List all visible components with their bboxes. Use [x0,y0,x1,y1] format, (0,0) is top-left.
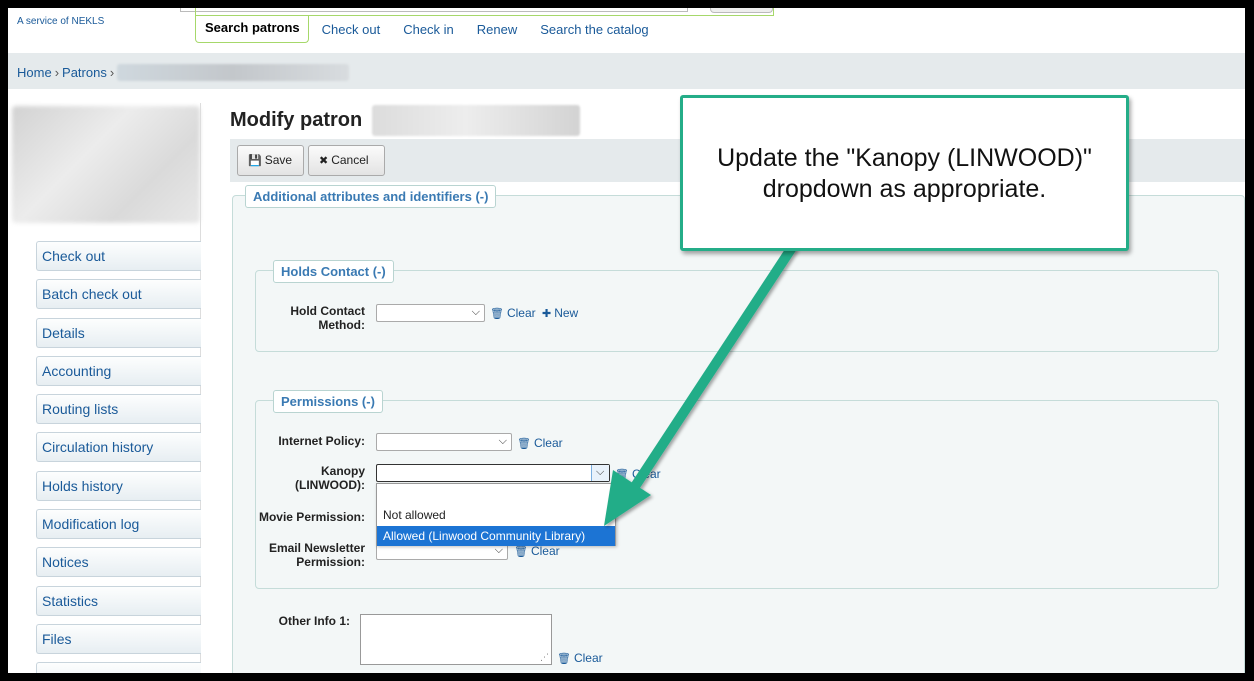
breadcrumb-separator: › [54,65,60,80]
callout-text-line1: Update the "Kanopy (LINWOOD)" [717,144,1092,172]
library-tagline: A service of NEKLS [17,16,105,27]
kanopy-option-blank[interactable] [377,484,615,504]
close-icon: ✖ [319,155,329,167]
save-button-label: Save [264,153,293,167]
email-newsletter-label-line1: Email Newsletter [268,541,365,555]
breadcrumb: Home › Patrons › [8,53,1245,89]
sidebar-item-check-out[interactable]: Check out [36,241,201,271]
other-info-1-label: Other Info 1: [278,614,350,628]
clear-link-label: Clear [506,306,536,320]
breadcrumb-home-link[interactable]: Home [17,65,52,80]
trash-icon: 🗑 [517,438,531,450]
page-title: Modify patron [230,109,363,131]
cancel-button[interactable]: ✖ Cancel [308,145,385,176]
kanopy-option-not-allowed[interactable]: Not allowed [377,505,615,525]
kanopy-select[interactable]: ⌵ [376,464,610,482]
sidebar-item-details[interactable]: Details [36,317,201,348]
sidebar-item-files[interactable]: Files [36,623,201,654]
header-nav-tabs: Search patrons Check out Check in Renew … [195,16,659,43]
plus-icon: ✚ [542,308,552,320]
email-newsletter-clear-link[interactable]: 🗑 Clear [514,544,560,558]
cancel-button-label: Cancel [331,153,369,167]
chevron-down-icon: ⌵ [471,306,480,318]
kanopy-label: Kanopy (LINWOOD): [265,464,365,492]
clear-link-label: Clear [631,467,661,481]
clear-link-label: Clear [533,436,563,450]
hold-contact-method-label-line2: Method: [318,318,365,332]
kanopy-label-line1: Kanopy [320,464,365,478]
sidebar-item-holds-history[interactable]: Holds history [36,470,201,501]
sidebar-item-accounting[interactable]: Accounting [36,355,201,386]
browser-viewport: A service of NEKLS Search patrons Check … [8,8,1245,673]
breadcrumb-separator: › [109,65,115,80]
internet-policy-select[interactable]: ⌵ [376,433,512,451]
kanopy-clear-link[interactable]: 🗑 Clear [615,467,661,481]
redacted-patron-info [12,106,200,223]
legend-additional-attributes[interactable]: Additional attributes and identifiers (-… [245,185,497,208]
other-info-1-textarea[interactable]: ⋰ [360,614,552,665]
header-search-box [195,8,774,16]
redacted-patron-name [117,64,350,81]
resize-grip-icon[interactable]: ⋰ [540,652,549,663]
hold-contact-new-link[interactable]: ✚ New [542,306,578,320]
legend-holds-contact[interactable]: Holds Contact (-) [273,260,394,283]
legend-permissions[interactable]: Permissions (-) [273,390,383,413]
instruction-callout: Update the "Kanopy (LINWOOD)" dropdown a… [680,95,1129,251]
internet-policy-clear-link[interactable]: 🗑 Clear [517,436,563,450]
hold-contact-method-label-line1: Hold Contact [290,304,365,318]
sidebar-item-circulation-history[interactable]: Circulation history [36,432,201,463]
sidebar-item-routing-lists[interactable]: Routing lists [36,394,201,425]
email-newsletter-label-line2: Permission: [296,555,365,569]
internet-policy-label: Internet Policy: [278,434,365,448]
sidebar-item-notices[interactable]: Notices [36,547,201,578]
tab-search-patrons[interactable]: Search patrons [195,16,309,43]
save-button[interactable]: 💾 Save [237,145,304,176]
tab-search-catalog[interactable]: Search the catalog [527,16,658,43]
kanopy-label-line2: (LINWOOD): [295,478,365,492]
redacted-patron-title-name [372,105,580,136]
hold-contact-clear-link[interactable]: 🗑 Clear [490,306,536,320]
trash-icon: 🗑 [490,308,504,320]
tab-check-out[interactable]: Check out [309,16,391,43]
trash-icon: 🗑 [615,469,629,481]
chevron-down-icon: ⌵ [596,466,605,478]
patron-side-menu: Check out Batch check out Details Accoun… [36,241,201,673]
hold-contact-method-label: Hold Contact Method: [265,304,365,332]
hold-contact-method-select[interactable]: ⌵ [376,304,485,322]
sidebar-item-statistics[interactable]: Statistics [36,585,201,616]
sidebar-item-modification-log[interactable]: Modification log [36,509,201,540]
kanopy-select-toggle[interactable]: ⌵ [591,465,609,481]
trash-icon: 🗑 [514,546,528,558]
floppy-disk-icon: 💾 [248,155,262,167]
callout-text-line2: dropdown as appropriate. [762,175,1047,203]
tab-check-in[interactable]: Check in [390,16,464,43]
breadcrumb-patrons-link[interactable]: Patrons [62,65,107,80]
sidebar-item-batch-check-out[interactable]: Batch check out [36,279,201,310]
movie-permission-label: Movie Permission: [258,510,365,524]
other-info-1-clear-link[interactable]: 🗑 Clear [557,651,603,665]
kanopy-options-listbox: Not allowed Allowed (Linwood Community L… [376,483,616,546]
new-link-label: New [554,306,579,320]
trash-icon: 🗑 [557,653,571,665]
clear-link-label: Clear [530,544,560,558]
email-newsletter-permission-label: Email Newsletter Permission: [245,541,365,569]
sidebar-item-more[interactable] [36,662,201,673]
tab-renew[interactable]: Renew [464,16,527,43]
kanopy-option-allowed[interactable]: Allowed (Linwood Community Library) [377,526,615,546]
clear-link-label: Clear [573,651,603,665]
chevron-down-icon: ⌵ [498,435,507,447]
